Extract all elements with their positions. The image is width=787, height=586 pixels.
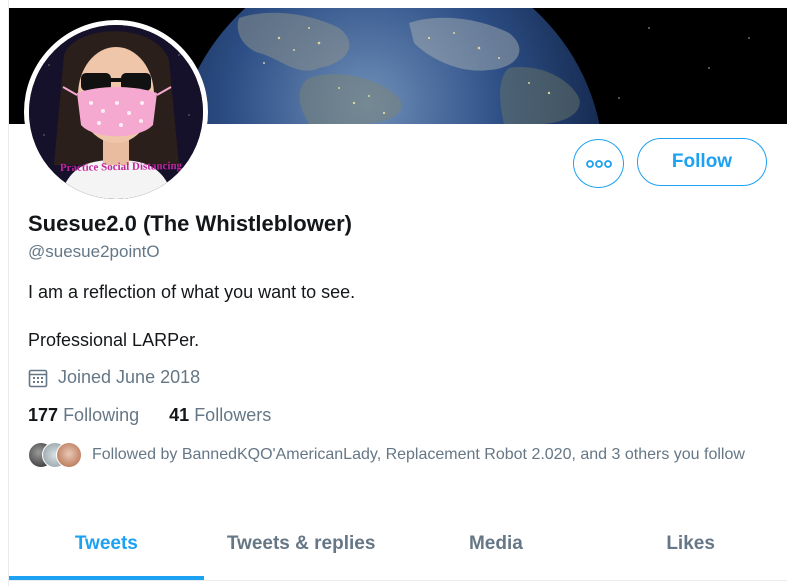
followers-link[interactable]: 41 Followers [169, 405, 271, 425]
follow-button[interactable]: Follow [637, 138, 767, 186]
avatar-image: Practice Social Distancing [29, 25, 203, 199]
joined-date: Joined June 2018 [28, 367, 200, 388]
tab-tweets[interactable]: Tweets [9, 520, 204, 580]
follow-counts: 177 Following 41 Followers [28, 405, 271, 426]
profile-avatar[interactable]: Practice Social Distancing [24, 20, 208, 204]
joined-date-text: Joined June 2018 [58, 367, 201, 387]
tab-media[interactable]: Media [399, 520, 594, 580]
following-label: Following [63, 405, 140, 425]
followers-you-know-avatars [28, 442, 90, 468]
followers-count: 41 [169, 405, 190, 425]
profile-bio-line: I am a reflection of what you want to se… [28, 282, 356, 302]
profile-bio-line: Professional LARPer. [28, 330, 200, 350]
tab-likes[interactable]: Likes [593, 520, 787, 580]
following-link[interactable]: 177 Following [28, 405, 144, 425]
avatar-caption-text: Practice Social Distancing [59, 159, 183, 175]
followers-label: Followers [194, 405, 272, 425]
following-count: 177 [28, 405, 59, 425]
tab-tweets-and-replies[interactable]: Tweets & replies [204, 520, 399, 580]
followed-by-text: Followed by BannedKQO'AmericanLady, Repl… [92, 446, 745, 463]
calendar-icon [28, 368, 48, 388]
more-horizontal-icon [585, 159, 612, 168]
followed-by-section[interactable]: Followed by BannedKQO'AmericanLady, Repl… [28, 442, 748, 468]
profile-tabs: Tweets Tweets & replies Media Likes [9, 520, 787, 581]
mini-avatar [56, 442, 82, 468]
profile-handle: @suesue2pointO [28, 242, 160, 261]
profile-display-name: Suesue2.0 (The Whistleblower) [28, 211, 352, 236]
profile-page: Practice Social Distancing Follow Suesue… [8, 0, 787, 586]
more-options-button[interactable] [573, 139, 624, 188]
